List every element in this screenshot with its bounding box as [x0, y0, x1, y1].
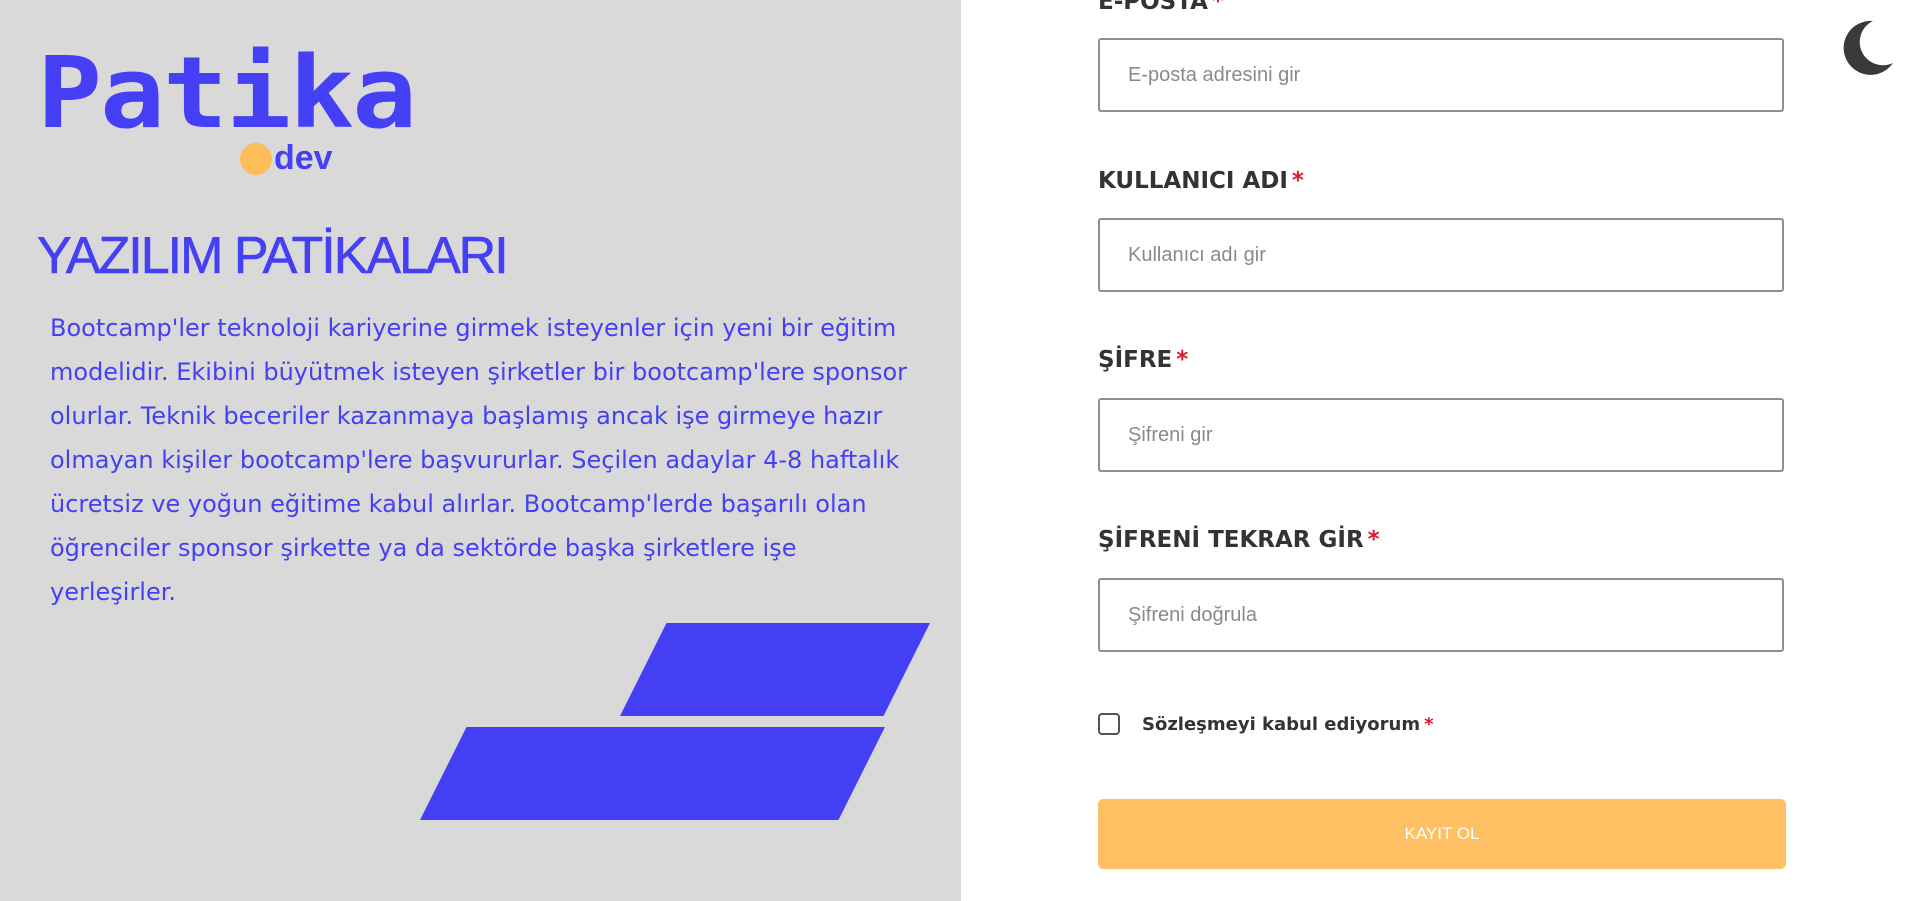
password-confirm-input[interactable]	[1098, 578, 1784, 652]
username-input[interactable]	[1098, 218, 1784, 292]
email-label: E-POSTA *	[1098, 0, 1224, 17]
username-label: KULLANICI ADI *	[1098, 166, 1304, 196]
password-label: ŞİFRE *	[1098, 345, 1188, 375]
username-label-text: KULLANICI ADI	[1098, 168, 1288, 194]
password-confirm-label: ŞİFRENİ TEKRAR GİR *	[1098, 525, 1380, 555]
register-form: E-POSTA* KULLANICI ADI* ŞİFRE* ŞİFRENİ T…	[1098, 0, 1788, 901]
email-input[interactable]	[1098, 38, 1784, 112]
password-required-mark: *	[1176, 347, 1189, 373]
moon-icon	[1843, 20, 1893, 75]
register-button[interactable]: KAYIT OL	[1098, 799, 1786, 869]
email-required-mark: *	[1211, 0, 1224, 15]
decorative-parallelogram-bottom	[420, 727, 885, 820]
username-required-mark: *	[1291, 168, 1304, 194]
patika-logo[interactable]: Patika dev	[37, 44, 417, 184]
agreement-required-mark: *	[1424, 713, 1434, 735]
password-confirm-label-text: ŞİFRENİ TEKRAR GİR	[1098, 527, 1364, 553]
page-title: YAZILIM PATİKALARI	[37, 227, 509, 286]
agreement-label[interactable]: Sözleşmeyi kabul ediyorum *	[1142, 714, 1434, 735]
agreement-label-text: Sözleşmeyi kabul ediyorum	[1142, 713, 1421, 735]
agreement-row: Sözleşmeyi kabul ediyorum *	[1098, 711, 1434, 737]
logo-sun-dot	[240, 143, 272, 175]
agreement-checkbox[interactable]	[1098, 713, 1120, 735]
bootcamp-description: Bootcamp'ler teknoloji kariyerine girmek…	[50, 314, 908, 606]
logo-wordmark: Patika	[37, 35, 417, 151]
dark-mode-toggle[interactable]	[1835, 17, 1897, 79]
password-label-text: ŞİFRE	[1098, 347, 1173, 373]
register-page: Patika dev YAZILIM PATİKALARI Bootcamp'l…	[0, 0, 1920, 901]
password-confirm-required-mark: *	[1367, 527, 1380, 553]
decorative-parallelogram-top	[620, 623, 930, 716]
left-panel: Patika dev YAZILIM PATİKALARI Bootcamp'l…	[0, 0, 961, 901]
logo-suffix: dev	[274, 139, 333, 177]
password-input[interactable]	[1098, 398, 1784, 472]
email-label-text: E-POSTA	[1098, 0, 1208, 15]
